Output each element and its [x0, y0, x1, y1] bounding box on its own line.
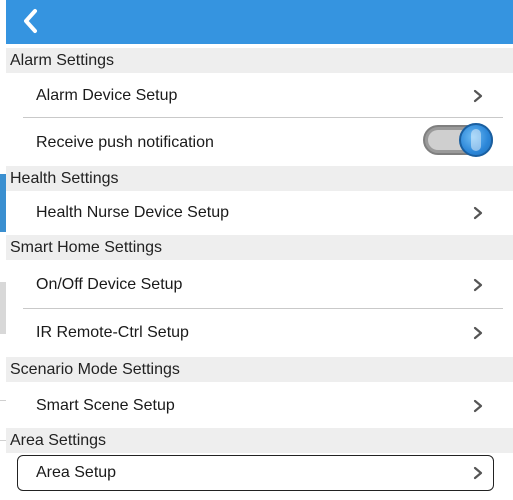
push-notification-row: Receive push notification [6, 118, 513, 166]
section-header-health: Health Settings [6, 166, 513, 191]
row-label: Smart Scene Setup [36, 397, 175, 414]
header-bar [6, 0, 513, 44]
chevron-right-icon [469, 204, 487, 222]
section-header-smart-home: Smart Home Settings [6, 235, 513, 260]
row-label: Health Nurse Device Setup [36, 204, 229, 221]
chevron-right-icon [469, 324, 487, 342]
section-header-alarm: Alarm Settings [6, 48, 513, 73]
push-notification-toggle[interactable] [423, 123, 493, 157]
chevron-right-icon [469, 397, 487, 415]
ir-remote-setup-row[interactable]: IR Remote-Ctrl Setup [6, 309, 513, 357]
smart-scene-setup-row[interactable]: Smart Scene Setup [6, 384, 513, 428]
back-button[interactable] [12, 4, 48, 38]
onoff-device-setup-row[interactable]: On/Off Device Setup [6, 262, 513, 308]
settings-panel: Alarm Settings Alarm Device Setup Receiv… [6, 0, 513, 500]
area-setup-row[interactable]: Area Setup [6, 455, 513, 491]
chevron-right-icon [469, 464, 487, 482]
row-label: Alarm Device Setup [36, 87, 178, 104]
row-label: Area Setup [36, 464, 117, 481]
row-label: Receive push notification [36, 134, 214, 151]
chevron-right-icon [469, 87, 487, 105]
section-header-scenario: Scenario Mode Settings [6, 357, 513, 382]
alarm-device-setup-row[interactable]: Alarm Device Setup [6, 75, 513, 117]
chevron-right-icon [469, 276, 487, 294]
section-header-area: Area Settings [6, 428, 513, 453]
chevron-left-icon [24, 9, 37, 33]
health-nurse-setup-row[interactable]: Health Nurse Device Setup [6, 191, 513, 235]
row-label: IR Remote-Ctrl Setup [36, 324, 189, 341]
toggle-knob [459, 123, 493, 157]
row-label: On/Off Device Setup [36, 276, 183, 293]
